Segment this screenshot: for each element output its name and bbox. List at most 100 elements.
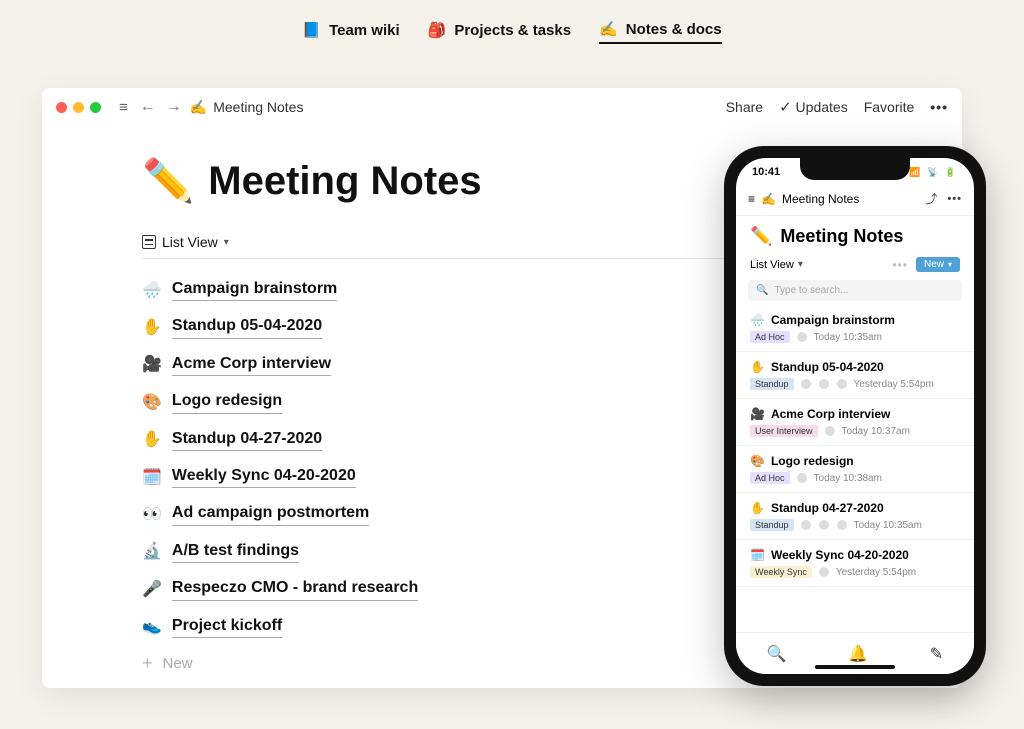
note-title[interactable]: Campaign brainstorm <box>172 278 337 301</box>
note-time: Today 10:37am <box>842 426 910 437</box>
plus-icon: + <box>142 653 153 674</box>
note-emoji-icon: 🔬 <box>142 541 162 561</box>
note-time: Today 10:38am <box>814 473 882 484</box>
phone-note-row[interactable]: 🗓️Weekly Sync 04-20-2020Weekly SyncYeste… <box>736 540 974 587</box>
note-title[interactable]: Ad campaign postmortem <box>172 502 369 525</box>
phone-status-icons: 📶 📡 🔋 <box>909 167 958 178</box>
add-new-label: New <box>163 655 193 672</box>
minimize-window-button[interactable] <box>73 102 84 113</box>
pencil-icon[interactable]: ✏️ <box>142 157 194 206</box>
share-button[interactable]: Share <box>726 99 763 115</box>
new-button[interactable]: New ▾ <box>916 257 960 272</box>
check-icon: ✓ <box>779 99 792 116</box>
tab-projects-tasks[interactable]: 🎒 Projects & tasks <box>428 20 571 44</box>
phone-view-bar: List View ▾ ••• New ▾ <box>736 253 974 278</box>
breadcrumb[interactable]: ✍️ Meeting Notes <box>190 99 304 116</box>
note-title[interactable]: Logo redesign <box>172 390 282 413</box>
close-window-button[interactable] <box>56 102 67 113</box>
note-emoji-icon: 🎨 <box>142 392 162 412</box>
tab-label: Notes & docs <box>626 21 722 38</box>
phone-breadcrumb[interactable]: Meeting Notes <box>782 192 859 206</box>
note-title: Standup 04-27-2020 <box>771 501 884 515</box>
note-emoji-icon: ✋ <box>750 501 765 515</box>
phone-list-view-selector[interactable]: List View ▾ <box>750 259 803 271</box>
phone-search-input[interactable]: 🔍 Type to search... <box>748 280 962 301</box>
note-tag: Standup <box>750 519 794 531</box>
writing-icon: ✍️ <box>599 20 618 38</box>
note-tag: Ad Hoc <box>750 331 790 343</box>
forward-button[interactable]: → <box>164 98 184 116</box>
phone-note-row[interactable]: 🌧️ Campaign brainstorm Ad Hoc Today 10:35am <box>736 305 974 352</box>
note-emoji-icon: ✋ <box>750 360 765 374</box>
phone-sidebar-toggle[interactable]: ≡ <box>748 192 755 206</box>
breadcrumb-title: Meeting Notes <box>213 99 303 115</box>
sidebar-toggle-button[interactable]: ≡ <box>115 99 132 116</box>
titlebar-left: ≡ ← → ✍️ Meeting Notes <box>56 98 303 116</box>
note-tag: User Interview <box>750 425 818 437</box>
phone-bottom-nav: 🔍 🔔 ✎ <box>736 632 974 674</box>
note-time: Yesterday 5:54pm <box>854 379 934 390</box>
note-emoji-icon: 🎤 <box>142 579 162 599</box>
note-title[interactable]: A/B test findings <box>172 540 299 563</box>
tab-label: Projects & tasks <box>454 22 571 39</box>
note-emoji-icon: ✋ <box>142 317 162 337</box>
note-emoji-icon: 👀 <box>142 504 162 524</box>
note-title[interactable]: Standup 04-27-2020 <box>172 428 322 451</box>
note-title: Weekly Sync 04-20-2020 <box>771 548 909 562</box>
note-title[interactable]: Respeczo CMO - brand research <box>172 577 418 600</box>
note-emoji-icon: 👟 <box>142 616 162 636</box>
maximize-window-button[interactable] <box>90 102 101 113</box>
view-options-button[interactable]: ••• <box>892 258 908 272</box>
book-icon: 📘 <box>302 21 321 39</box>
note-emoji-icon: 🎥 <box>142 354 162 374</box>
note-emoji-icon: 🌧️ <box>750 313 765 327</box>
phone-mockup: 10:41 📶 📡 🔋 ≡ ✍️ Meeting Notes ⤴ ••• ✏️ … <box>724 146 986 686</box>
pencil-icon: ✍️ <box>761 192 776 206</box>
phone-note-row[interactable]: ✋ Standup 05-04-2020 Standup Yesterday 5:54… <box>736 352 974 399</box>
more-menu-button[interactable]: ••• <box>947 193 962 205</box>
tab-notes-docs[interactable]: ✍️ Notes & docs <box>599 20 722 44</box>
note-emoji-icon: 🗓️ <box>142 467 162 487</box>
pencil-icon: ✏️ <box>750 226 772 247</box>
phone-page-title: ✏️ Meeting Notes <box>736 216 974 253</box>
back-button[interactable]: ← <box>138 98 158 116</box>
phone-notes-list: 🌧️ Campaign brainstorm Ad Hoc Today 10:35am… <box>736 305 974 627</box>
more-menu-button[interactable]: ••• <box>930 99 948 115</box>
chevron-down-icon: ▾ <box>948 260 952 269</box>
list-view-selector[interactable]: List View ▾ <box>142 234 229 250</box>
note-tag: Standup <box>750 378 794 390</box>
note-time: Today 10:35am <box>854 520 922 531</box>
phone-screen: 10:41 📶 📡 🔋 ≡ ✍️ Meeting Notes ⤴ ••• ✏️ … <box>736 158 974 674</box>
window-titlebar: ≡ ← → ✍️ Meeting Notes Share ✓ Updates F… <box>42 88 962 127</box>
tab-label: Team wiki <box>329 22 400 39</box>
note-title[interactable]: Project kickoff <box>172 615 282 638</box>
note-title: Acme Corp interview <box>771 407 890 421</box>
note-emoji-icon: ✋ <box>142 429 162 449</box>
updates-button[interactable]: ✓ Updates <box>779 98 848 116</box>
note-title[interactable]: Standup 05-04-2020 <box>172 315 322 338</box>
note-time: Today 10:35am <box>814 332 882 343</box>
note-title: Standup 05-04-2020 <box>771 360 884 374</box>
phone-note-row[interactable]: ✋ Standup 04-27-2020 Standup Today 10:35am <box>736 493 974 540</box>
phone-header: ≡ ✍️ Meeting Notes ⤴ ••• <box>736 178 974 216</box>
note-title: Campaign brainstorm <box>771 313 895 327</box>
phone-note-row[interactable]: 🎥Acme Corp interviewUser InterviewToday … <box>736 399 974 446</box>
nav-search-icon[interactable]: 🔍 <box>767 644 787 664</box>
page-title-text[interactable]: Meeting Notes <box>208 159 481 204</box>
top-tabs: 📘 Team wiki 🎒 Projects & tasks ✍️ Notes … <box>0 0 1024 54</box>
nav-compose-icon[interactable]: ✎ <box>930 644 943 664</box>
note-title[interactable]: Acme Corp interview <box>172 353 331 376</box>
phone-title-text[interactable]: Meeting Notes <box>780 226 903 247</box>
list-view-label: List View <box>162 234 218 250</box>
tab-team-wiki[interactable]: 📘 Team wiki <box>302 20 399 44</box>
phone-notch <box>800 158 910 180</box>
list-icon <box>142 235 156 249</box>
nav-notifications-icon[interactable]: 🔔 <box>848 644 868 664</box>
note-title[interactable]: Weekly Sync 04-20-2020 <box>172 465 356 488</box>
phone-note-row[interactable]: 🎨Logo redesignAd HocToday 10:38am <box>736 446 974 493</box>
note-emoji-icon: 🎨 <box>750 454 765 468</box>
traffic-lights <box>56 102 101 113</box>
note-time: Yesterday 5:54pm <box>836 567 916 578</box>
favorite-button[interactable]: Favorite <box>864 99 915 115</box>
share-icon[interactable]: ⤴ <box>925 190 937 207</box>
